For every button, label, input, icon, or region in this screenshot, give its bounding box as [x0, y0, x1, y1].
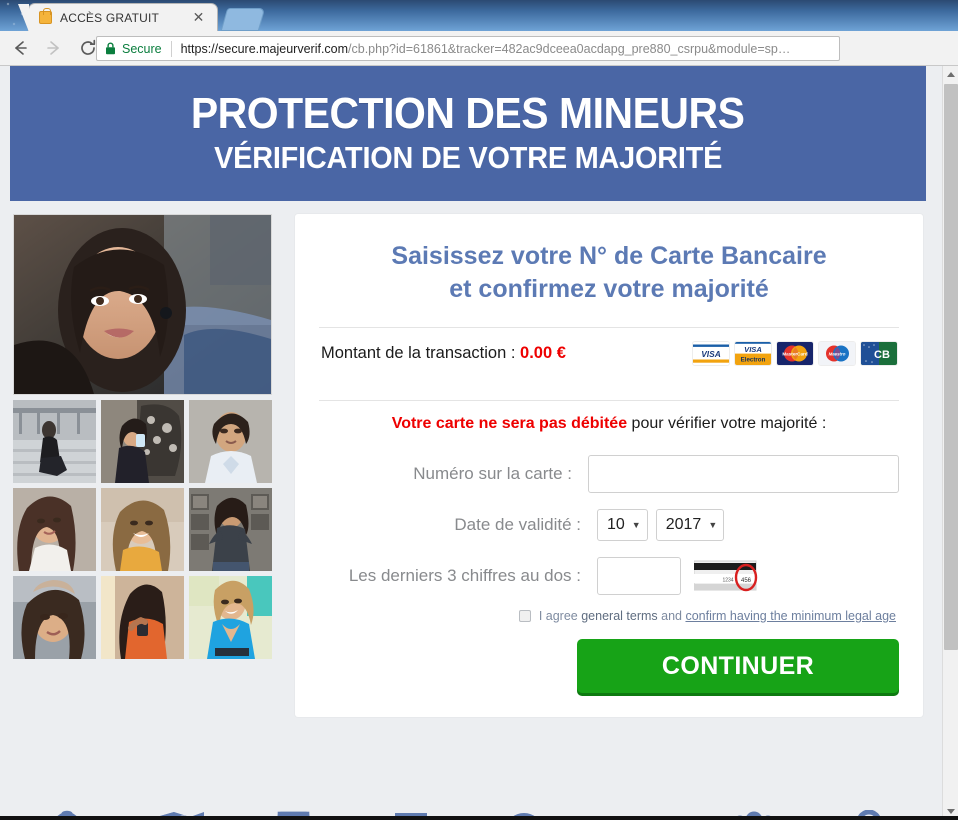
list-item[interactable] — [13, 576, 96, 659]
svg-text:Electron: Electron — [741, 357, 766, 364]
svg-text:VISA: VISA — [744, 345, 762, 354]
svg-text:MasterCard: MasterCard — [782, 351, 807, 356]
browser-tab[interactable]: ACCÈS GRATUIT ✕ — [18, 3, 218, 31]
notice-rest: pour vérifier votre majorité : — [627, 415, 827, 432]
visa-logo: VISA — [693, 342, 729, 365]
tab-strip: ACCÈS GRATUIT ✕ — [0, 0, 958, 31]
svg-text:VISA: VISA — [701, 349, 721, 359]
list-item[interactable] — [101, 576, 184, 659]
card-number-label: Numéro sur la carte : — [413, 464, 572, 483]
card-logos: VISA VISA Electron MasterCard Maestro CB — [693, 342, 897, 365]
expiry-row: Date de validité : 10 ▼ 2017 ▼ — [319, 509, 899, 541]
banner-headline: PROTECTION DES MINEURS — [191, 88, 745, 138]
page-banner: PROTECTION DES MINEURS VÉRIFICATION DE V… — [10, 66, 926, 201]
general-terms-link[interactable]: general terms — [581, 609, 657, 623]
url-path: /cb.php?id=61861&tracker=482ac9dceea0acd… — [348, 41, 791, 56]
browser-window: ACCÈS GRATUIT ✕ Secure https://secure.ma… — [0, 0, 958, 820]
expiry-month-select[interactable]: 10 ▼ — [597, 509, 648, 541]
list-item[interactable] — [189, 488, 272, 571]
url-host: https://secure.majeurverif.com — [180, 41, 349, 56]
forward-icon — [40, 34, 68, 62]
page-title: Saisissez votre N° de Carte Bancaire et … — [319, 240, 899, 305]
browser-toolbar: Secure https://secure.majeurverif.com/cb… — [0, 31, 958, 87]
cvv-label: Les derniers 3 chiffres au dos : — [348, 566, 581, 585]
svg-text:CB: CB — [874, 349, 890, 361]
list-item[interactable] — [101, 400, 184, 483]
terms-middle: and — [657, 609, 686, 623]
list-item[interactable] — [13, 488, 96, 571]
terms-agreement-row: I agree general terms and confirm having… — [319, 609, 899, 623]
cvv-row: Les derniers 3 chiffres au dos : 1234 45… — [319, 557, 899, 595]
cb-logo: CB — [861, 342, 897, 365]
terms-checkbox[interactable] — [518, 610, 531, 622]
scroll-up-arrow[interactable] — [943, 66, 958, 83]
secure-lock-icon — [105, 42, 116, 55]
hero-photo[interactable] — [13, 214, 272, 395]
card-number-input[interactable] — [588, 455, 899, 493]
svg-text:Maestro: Maestro — [829, 351, 846, 356]
payment-form-card: Saisissez votre N° de Carte Bancaire et … — [295, 214, 923, 717]
transaction-amount-row: Montant de la transaction : 0.00 € VISA … — [319, 328, 899, 378]
scrollbar-thumb[interactable] — [944, 84, 958, 650]
page-scrollbar[interactable] — [942, 66, 958, 820]
chevron-down-icon: ▼ — [708, 519, 718, 530]
amount-value: 0.00 € — [520, 344, 566, 362]
card-number-row: Numéro sur la carte : — [319, 455, 899, 493]
list-item[interactable] — [101, 488, 184, 571]
omnibox-divider — [170, 40, 172, 57]
notice-bold: Votre carte ne sera pas débitée — [391, 415, 628, 432]
svg-text:456: 456 — [741, 578, 752, 584]
visa-electron-logo: VISA Electron — [735, 342, 771, 365]
svg-text:1234: 1234 — [722, 577, 733, 583]
maestro-logo: Maestro — [819, 342, 855, 365]
list-item[interactable] — [189, 400, 272, 483]
mastercard-logo: MasterCard — [777, 342, 813, 365]
amount-label: Montant de la transaction : — [321, 344, 516, 362]
terms-prefix: I agree — [538, 609, 582, 623]
cvv-location-icon: 1234 456 — [693, 557, 764, 595]
content-columns: Saisissez votre N° de Carte Bancaire et … — [10, 201, 926, 717]
cvv-input[interactable] — [597, 557, 681, 595]
expiry-year-select[interactable]: 2017 ▼ — [655, 509, 725, 541]
url-text: https://secure.majeurverif.com/cb.php?id… — [181, 42, 791, 56]
chevron-down-icon: ▼ — [631, 519, 641, 530]
form-title-line1: Saisissez votre N° de Carte Bancaire — [391, 242, 827, 270]
legal-age-link[interactable]: confirm having the minimum legal age — [685, 609, 896, 623]
security-label: Secure — [122, 41, 162, 56]
expiry-year-value: 2017 — [665, 516, 702, 533]
terms-text: I agree general terms and confirm having… — [539, 609, 896, 623]
page-viewport: PROTECTION DES MINEURS VÉRIFICATION DE V… — [0, 66, 958, 820]
window-bottom-edge — [0, 816, 958, 820]
new-tab-button[interactable] — [220, 8, 266, 31]
page-content: PROTECTION DES MINEURS VÉRIFICATION DE V… — [10, 66, 926, 820]
list-item[interactable] — [189, 576, 272, 659]
lock-icon — [39, 8, 52, 24]
expiry-month-value: 10 — [607, 516, 625, 533]
photo-gallery — [10, 214, 274, 717]
amount-label-wrap: Montant de la transaction : 0.00 € — [321, 344, 566, 363]
tab-title: ACCÈS GRATUIT — [60, 10, 160, 25]
list-item[interactable] — [13, 400, 96, 483]
address-bar[interactable]: Secure https://secure.majeurverif.com/cb… — [96, 36, 840, 61]
expiry-label: Date de validité : — [454, 515, 581, 534]
banner-subheadline: VÉRIFICATION DE VOTRE MAJORITÉ — [213, 140, 723, 176]
no-debit-notice: Votre carte ne sera pas débitée pour vér… — [319, 401, 899, 455]
thumbnail-grid — [13, 400, 272, 659]
close-icon[interactable]: ✕ — [192, 10, 205, 24]
back-icon[interactable] — [6, 34, 34, 62]
form-title-line2: et confirmez votre majorité — [449, 274, 769, 303]
continue-button[interactable]: CONTINUER — [577, 639, 899, 693]
